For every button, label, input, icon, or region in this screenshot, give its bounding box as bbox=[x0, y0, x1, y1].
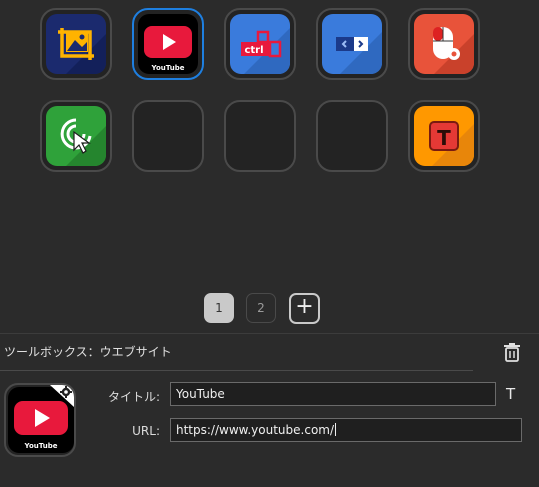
ctrl-key-label: ctrl bbox=[244, 45, 263, 56]
youtube-icon: YouTube bbox=[138, 14, 198, 74]
image-crop-icon bbox=[46, 14, 106, 74]
window-switch-icon bbox=[322, 14, 382, 74]
window-switch-key[interactable] bbox=[316, 8, 388, 80]
ctrl-key-icon: ctrl bbox=[230, 14, 290, 74]
youtube-key[interactable]: YouTube bbox=[132, 8, 204, 80]
text-format-icon[interactable]: T bbox=[506, 385, 515, 403]
url-field-label: URL: bbox=[132, 424, 160, 438]
url-field-value: https://www.youtube.com/ bbox=[176, 423, 335, 437]
key-grid: YouTube ctrl T bbox=[0, 0, 539, 290]
click-cursor-icon bbox=[46, 106, 106, 166]
text-key[interactable]: T bbox=[408, 100, 480, 172]
empty-key-3[interactable] bbox=[316, 100, 388, 172]
preview-label: YouTube bbox=[24, 442, 58, 450]
text-caret bbox=[335, 423, 337, 436]
panel-inner-divider bbox=[0, 370, 473, 371]
youtube-key-label: YouTube bbox=[151, 64, 185, 72]
page-2-button[interactable]: 2 bbox=[246, 293, 276, 323]
title-field-label: タイトル: bbox=[107, 390, 160, 404]
mouse-settings-key[interactable] bbox=[408, 8, 480, 80]
text-t-icon: T bbox=[414, 106, 474, 166]
key-preview[interactable]: YouTube bbox=[4, 383, 76, 457]
panel-divider bbox=[0, 333, 539, 334]
mouse-gear-icon bbox=[414, 14, 474, 74]
add-page-button[interactable]: + bbox=[289, 293, 320, 324]
title-field[interactable]: YouTube bbox=[170, 382, 496, 406]
click-cursor-key[interactable] bbox=[40, 100, 112, 172]
url-field[interactable]: https://www.youtube.com/ bbox=[170, 418, 522, 442]
empty-key-1[interactable] bbox=[132, 100, 204, 172]
page-1-button[interactable]: 1 bbox=[204, 293, 234, 323]
ctrl-key[interactable]: ctrl bbox=[224, 8, 296, 80]
panel-title: ツールボックス：ウエブサイト bbox=[4, 345, 172, 359]
gear-icon[interactable] bbox=[50, 385, 74, 407]
title-field-value: YouTube bbox=[176, 387, 225, 401]
empty-key-2[interactable] bbox=[224, 100, 296, 172]
trash-icon[interactable] bbox=[503, 342, 521, 362]
image-crop-key[interactable] bbox=[40, 8, 112, 80]
text-key-label: T bbox=[437, 126, 451, 150]
